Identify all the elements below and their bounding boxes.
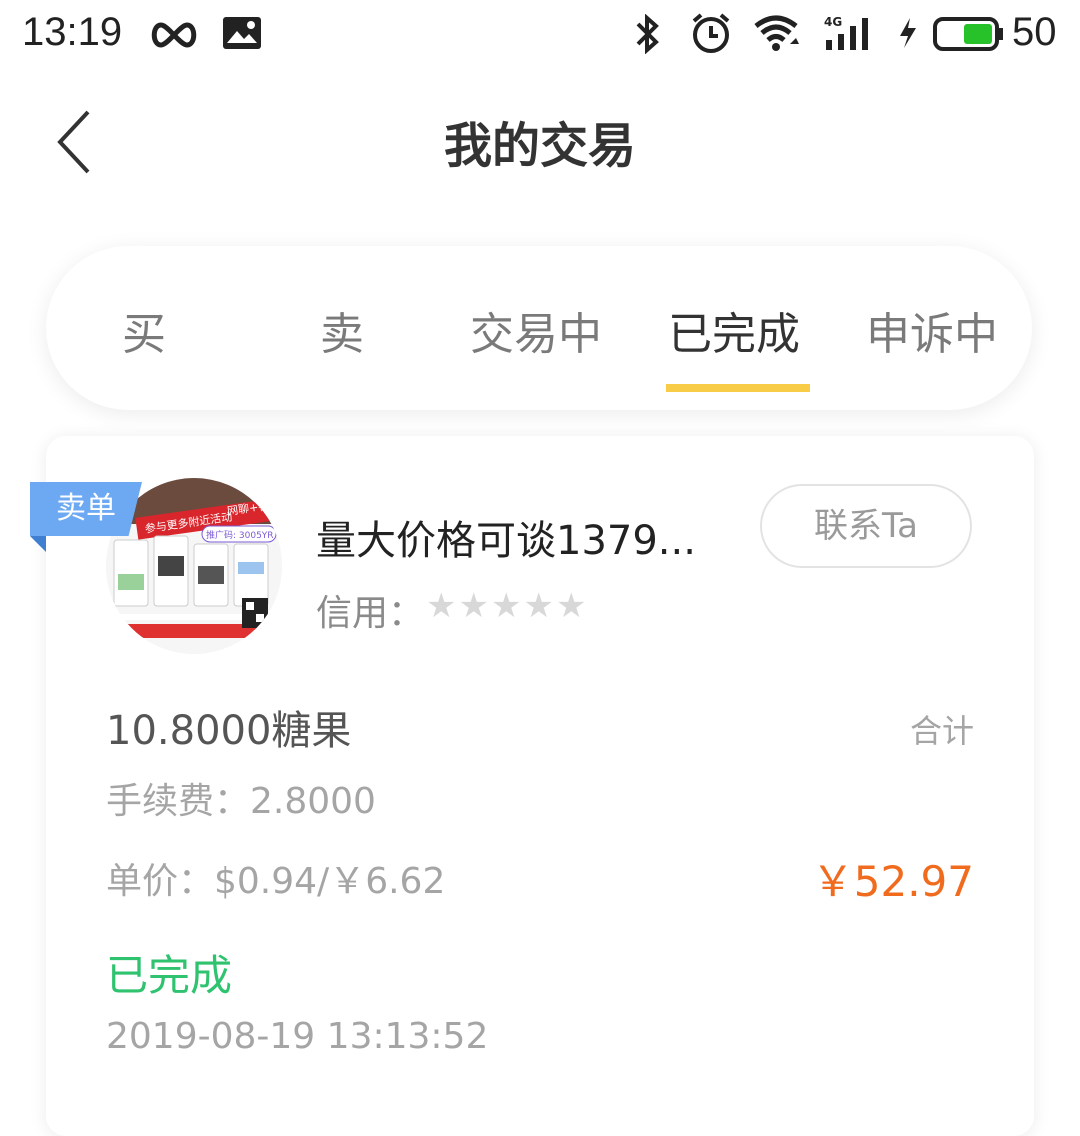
charging-icon — [896, 16, 920, 54]
trade-card[interactable]: 参与更多附近活动 网聊+社 推广码: 3005YR 卖单 量大价格可谈1379.… — [30, 436, 1034, 1136]
star-icon: ★ — [555, 586, 587, 626]
battery-percent: 50 — [1012, 10, 1057, 54]
contact-button[interactable]: 联系Ta — [760, 484, 972, 568]
star-icon: ★ — [458, 586, 489, 626]
tab-completed[interactable]: 已完成 — [668, 298, 800, 362]
tab-trading[interactable]: 交易中 — [470, 298, 602, 362]
trade-amount: 10.8000糖果 — [106, 708, 352, 754]
total-label: 合计 — [909, 712, 974, 750]
wifi-icon — [752, 14, 800, 56]
unit-price: 单价：$0.94/￥6.62 — [106, 861, 446, 902]
infinity-icon — [148, 18, 200, 56]
battery-icon — [932, 16, 1004, 56]
image-icon — [222, 16, 262, 54]
tab-appealing[interactable]: 申诉中 — [866, 298, 998, 362]
tab-sell[interactable]: 卖 — [320, 298, 364, 362]
trade-timestamp: 2019-08-19 13:13:52 — [106, 1016, 489, 1057]
avatar-code-text: 推广码: 3005YR — [206, 529, 274, 541]
status-bar: 13:19 4G 50 — [0, 0, 1080, 72]
bluetooth-icon — [630, 13, 664, 58]
active-tab-indicator — [666, 384, 810, 392]
signal-4g-icon: 4G — [824, 14, 874, 56]
alarm-icon — [690, 12, 732, 58]
credit-stars: ★★★★★ — [426, 586, 588, 626]
status-time: 13:19 — [22, 10, 123, 54]
svg-text:4G: 4G — [824, 15, 842, 29]
tab-bar: 买 卖 交易中 已完成 申诉中 — [46, 246, 1032, 410]
credit-label: 信用： — [316, 593, 425, 634]
header: 我的交易 — [0, 72, 1080, 202]
tab-buy[interactable]: 买 — [122, 298, 166, 362]
trade-status: 已完成 — [106, 951, 233, 1000]
sell-order-badge: 卖单 — [30, 482, 142, 536]
star-icon: ★ — [490, 586, 522, 626]
star-icon: ★ — [426, 586, 457, 626]
trade-title: 量大价格可谈1379... — [316, 518, 696, 564]
fee: 手续费：2.8000 — [106, 781, 376, 822]
total-value: ￥52.97 — [811, 857, 974, 906]
badge-fold — [30, 536, 46, 552]
page-title: 我的交易 — [443, 118, 636, 174]
star-icon: ★ — [523, 586, 554, 626]
